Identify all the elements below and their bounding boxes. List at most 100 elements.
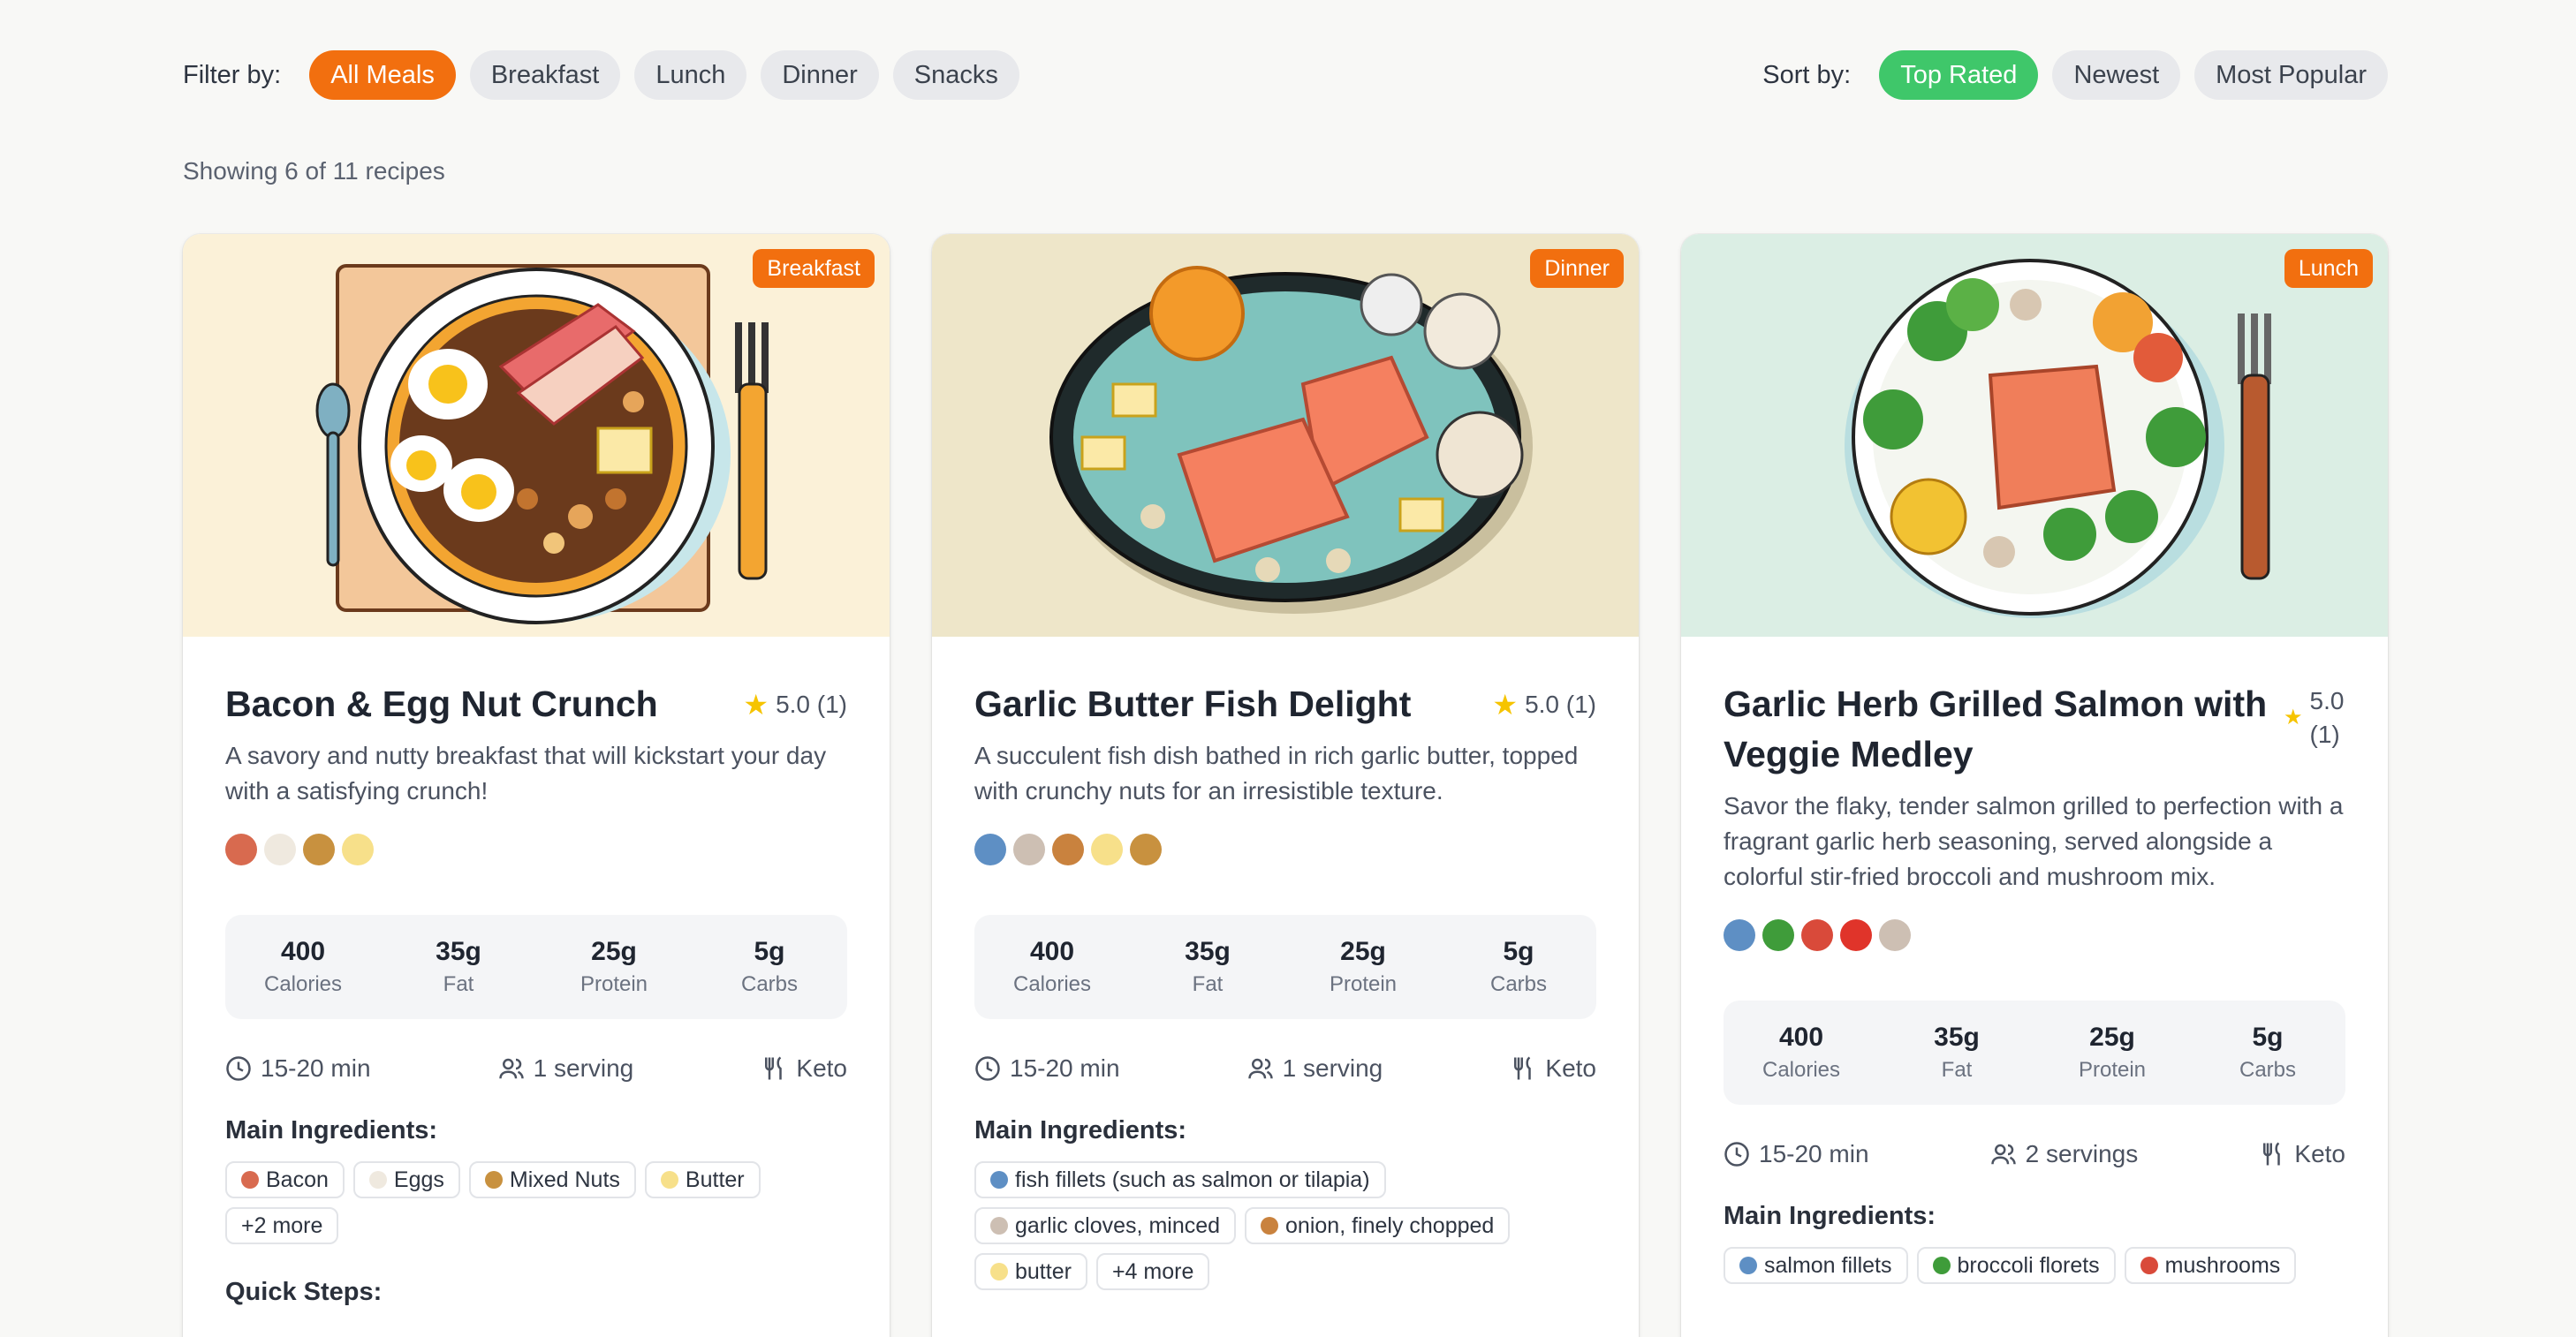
recipe-title[interactable]: Garlic Butter Fish Delight (974, 679, 1411, 729)
diet: Keto (1510, 1054, 1596, 1083)
main-ingredients-heading: Main Ingredients: (1724, 1202, 1936, 1230)
cook-time: 15-20 min (1724, 1140, 1869, 1168)
nutrition-calories: 400 Calories (1012, 937, 1092, 996)
bacon-icon (225, 834, 257, 865)
fish-icon (1724, 919, 1755, 951)
sort-most-popular[interactable]: Most Popular (2194, 50, 2388, 100)
filter-label: Filter by: (183, 60, 282, 89)
nutrition-fat: 35g Fat (1185, 937, 1231, 996)
users-icon (498, 1058, 524, 1079)
ingredient-chip: broccoli florets (1916, 1247, 2116, 1284)
bacon-icon (241, 1171, 259, 1189)
nuts-icon (484, 1171, 503, 1189)
clock-icon (226, 1056, 251, 1081)
filter-dinner[interactable]: Dinner (761, 50, 879, 100)
garlic-icon (1013, 834, 1045, 865)
users-icon (1990, 1144, 2016, 1165)
meal-type-badge: Dinner (1530, 249, 1624, 288)
butter-icon (1091, 834, 1123, 865)
onion-icon (1261, 1217, 1279, 1235)
cook-time: 15-20 min (974, 1054, 1120, 1083)
garlic-icon (1879, 919, 1911, 951)
ingredient-chip: fish fillets (such as salmon or tilapia) (974, 1161, 1386, 1198)
recipe-card[interactable]: Lunch Garlic Herb Grilled Salmon with Ve… (1681, 234, 2388, 1337)
ingredient-icons (225, 834, 847, 872)
fish-icon (974, 834, 1006, 865)
filter-snacks[interactable]: Snacks (892, 50, 1019, 100)
ingredient-icons (974, 834, 1596, 872)
ingredient-chip: salmon fillets (1724, 1247, 1908, 1284)
egg-icon (264, 834, 296, 865)
utensils-icon (765, 1056, 783, 1080)
fish-icon (990, 1171, 1008, 1189)
recipe-title[interactable]: Garlic Herb Grilled Salmon with Veggie M… (1724, 679, 2271, 780)
users-icon (1247, 1058, 1273, 1079)
ingredient-chip: mushrooms (2124, 1247, 2297, 1284)
recipe-description: A succulent fish dish bathed in rich gar… (974, 742, 1579, 804)
nutrition-protein: 25g Protein (1329, 937, 1398, 996)
nutrition-panel: 400 Calories 35g Fat 25g Protein 5g Carbs (1724, 1001, 2345, 1105)
nutrition-carbs: 5g Carbs (2239, 1023, 2297, 1082)
quick-steps-heading: Quick Steps: (225, 1278, 383, 1306)
recipe-grid: Breakfast Bacon & Egg Nut Crunch ★ 5.0 (… (183, 234, 2388, 1337)
salmon-plate-illustration (1681, 234, 2388, 637)
ingredient-icons (1724, 919, 2345, 958)
sort-newest[interactable]: Newest (2052, 50, 2181, 100)
filter-breakfast[interactable]: Breakfast (469, 50, 621, 100)
sort-top-rated[interactable]: Top Rated (1879, 50, 2039, 100)
sort-group: Sort by: Top Rated Newest Most Popular (1762, 50, 2388, 100)
ingredient-chips: salmon fillets broccoli florets mushroom… (1724, 1247, 2345, 1284)
recipe-meta: 15-20 min 1 serving Keto (225, 1054, 847, 1083)
diet: Keto (761, 1054, 847, 1083)
ingredient-chip: Butter (644, 1161, 761, 1198)
diet: Keto (2259, 1140, 2345, 1168)
filter-sort-bar: Filter by: All Meals Breakfast Lunch Din… (183, 49, 2388, 101)
meal-type-badge: Breakfast (753, 249, 875, 288)
pepper-icon (1840, 919, 1872, 951)
star-icon: ★ (2284, 706, 2303, 729)
nutrition-carbs: 5g Carbs (1489, 937, 1548, 996)
recipe-meta: 15-20 min 2 servings Keto (1724, 1140, 2345, 1168)
ingredient-chip: garlic cloves, minced (974, 1207, 1237, 1244)
broccoli-icon (1932, 1257, 1951, 1274)
main-ingredients-heading: Main Ingredients: (974, 1116, 1187, 1144)
rating-value: 5.0 (1) (776, 691, 847, 718)
breakfast-plate-illustration (183, 234, 890, 637)
broccoli-icon (1762, 919, 1794, 951)
utensils-icon (2263, 1142, 2281, 1166)
filter-all-meals[interactable]: All Meals (309, 50, 456, 100)
more-ingredients-chip[interactable]: +4 more (1095, 1253, 1210, 1290)
recipe-image: Dinner (932, 234, 1639, 637)
clock-icon (1724, 1142, 1749, 1167)
butter-icon (342, 834, 374, 865)
recipe-meta: 15-20 min 1 serving Keto (974, 1054, 1596, 1083)
filter-lunch[interactable]: Lunch (634, 50, 747, 100)
ingredient-chips: fish fillets (such as salmon or tilapia)… (974, 1161, 1596, 1290)
recipe-description: A savory and nutty breakfast that will k… (225, 742, 827, 804)
fish-plate-illustration (932, 234, 1639, 637)
nutrition-protein: 25g Protein (2078, 1023, 2147, 1082)
utensils-icon (1514, 1056, 1532, 1080)
ingredient-chips: Bacon Eggs Mixed Nuts Butter +2 more (225, 1161, 847, 1244)
nutrition-calories: 400 Calories (263, 937, 343, 996)
onion-icon (1052, 834, 1084, 865)
fish-icon (1739, 1257, 1757, 1274)
meal-type-badge: Lunch (2284, 249, 2373, 288)
rating-value: 5.0 (1) (2309, 687, 2345, 748)
rating: ★ 5.0 (1) (2284, 679, 2345, 752)
nuts-icon (303, 834, 335, 865)
ingredient-chip: Mixed Nuts (468, 1161, 636, 1198)
star-icon: ★ (1492, 689, 1519, 721)
garlic-icon (990, 1217, 1008, 1235)
recipe-title[interactable]: Bacon & Egg Nut Crunch (225, 679, 658, 729)
rating: ★ 5.0 (1) (743, 679, 847, 721)
rating-value: 5.0 (1) (1525, 691, 1596, 718)
main-ingredients-heading: Main Ingredients: (225, 1116, 438, 1144)
cook-time: 15-20 min (225, 1054, 371, 1083)
ingredient-chip: onion, finely chopped (1245, 1207, 1511, 1244)
more-ingredients-chip[interactable]: +2 more (225, 1207, 339, 1244)
nutrition-panel: 400 Calories 35g Fat 25g Protein 5g Carbs (974, 915, 1596, 1019)
recipe-card[interactable]: Dinner Garlic Butter Fish Delight ★ 5.0 … (932, 234, 1639, 1337)
filter-group: Filter by: All Meals Breakfast Lunch Din… (183, 50, 1019, 100)
recipe-card[interactable]: Breakfast Bacon & Egg Nut Crunch ★ 5.0 (… (183, 234, 890, 1337)
